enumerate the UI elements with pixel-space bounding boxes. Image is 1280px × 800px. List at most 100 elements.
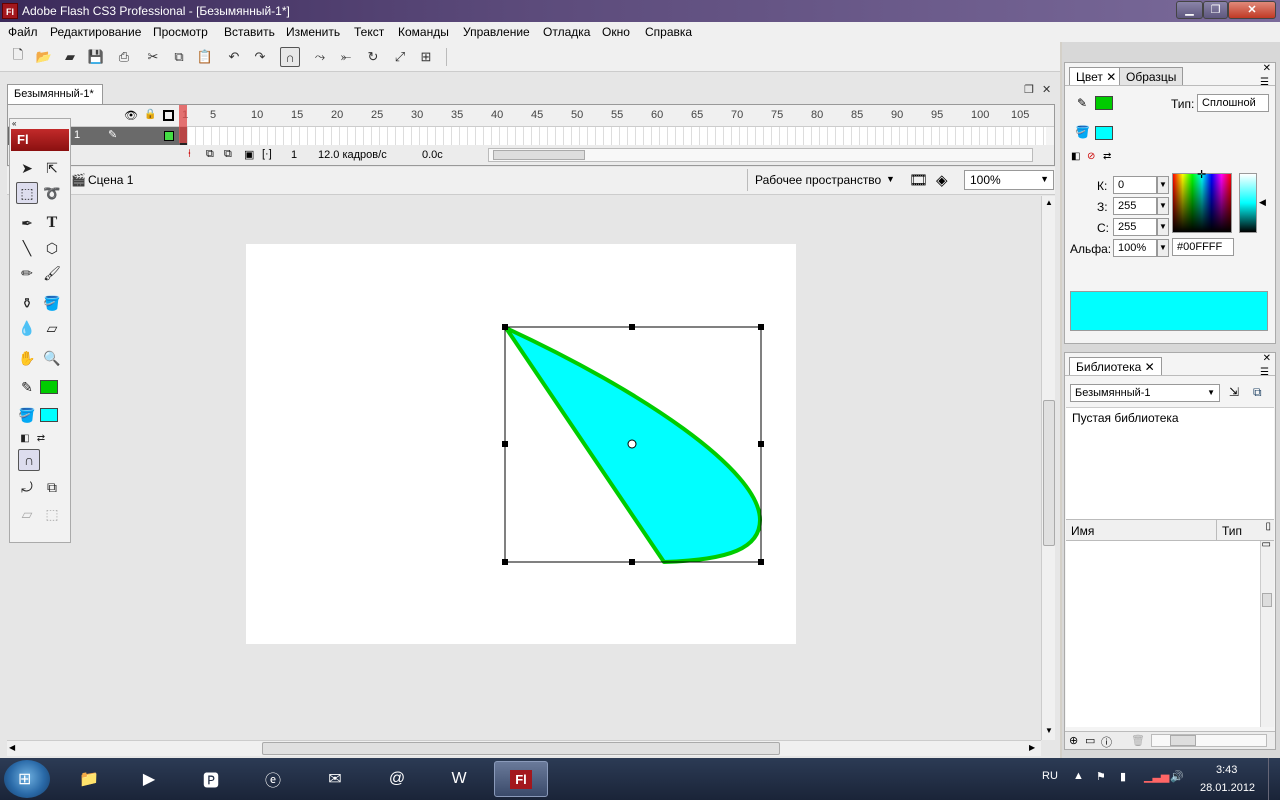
flash-taskbar-icon[interactable]: Fl — [494, 761, 548, 797]
transform-handle[interactable] — [758, 441, 764, 447]
tab-library[interactable]: Библиотека ✕ — [1069, 357, 1162, 375]
tab-color[interactable]: Цвет ✕ — [1069, 67, 1124, 85]
transform-handle[interactable] — [629, 559, 635, 565]
no-color-icon[interactable]: ⊘ — [1087, 151, 1095, 162]
color-spectrum[interactable] — [1172, 173, 1232, 233]
scale-option-icon[interactable]: ⧉ — [41, 476, 63, 498]
horizontal-scroll-thumb[interactable] — [262, 742, 780, 755]
panel-menu-icon[interactable]: ☰ — [1260, 77, 1269, 88]
panel-grip-icon[interactable]: « — [12, 119, 16, 128]
clock-time[interactable]: 3:43 — [1216, 764, 1237, 776]
pin-library-icon[interactable]: ⇲ — [1229, 385, 1239, 399]
stage-horizontal-scrollbar[interactable]: ◀ ▶ — [7, 740, 1041, 756]
panel-close-icon[interactable]: ✕ — [1263, 63, 1271, 74]
ink-bottle-tool-icon[interactable]: ⚱ — [16, 292, 38, 314]
green-spin[interactable]: ▼ — [1157, 197, 1169, 215]
vertical-scroll-thumb[interactable] — [1043, 400, 1055, 546]
rotate-skew-icon[interactable]: ⤾ — [16, 476, 38, 498]
blue-spin[interactable]: ▼ — [1157, 218, 1169, 236]
eraser-tool-icon[interactable]: ▱ — [41, 317, 63, 339]
library-hscroll[interactable] — [1151, 734, 1267, 747]
blue-field[interactable]: 255 — [1113, 218, 1157, 236]
polygon-tool-icon[interactable]: ⬡ — [41, 237, 63, 259]
internet-explorer-taskbar-icon[interactable]: ⓔ — [246, 761, 300, 797]
power-icon[interactable]: ▮ — [1120, 770, 1126, 783]
green-field[interactable]: 255 — [1113, 197, 1157, 215]
panel-stroke-swatch[interactable] — [1095, 96, 1113, 110]
show-desktop-button[interactable] — [1268, 758, 1280, 800]
scroll-left-icon[interactable]: ◀ — [9, 743, 15, 752]
library-scroll-thumb[interactable] — [1262, 593, 1272, 607]
red-spin[interactable]: ▼ — [1157, 176, 1169, 194]
explorer-taskbar-icon[interactable]: 📁 — [62, 761, 116, 797]
wide-state-icon[interactable]: ▯ — [1265, 521, 1271, 532]
free-transform-tool-icon[interactable]: ⬚ — [16, 182, 38, 204]
new-library-panel-icon[interactable]: ⧉ — [1253, 385, 1262, 400]
transform-handle[interactable] — [629, 324, 635, 330]
black-white-icon[interactable]: ◧ — [1071, 151, 1080, 162]
action-center-icon[interactable]: ⚑ — [1096, 770, 1106, 783]
stroke-color-icon[interactable]: ✎ — [16, 376, 38, 398]
library-document-select[interactable]: Безымянный-1 ▼ — [1070, 384, 1220, 402]
outlook-taskbar-icon[interactable]: ✉ — [308, 761, 362, 797]
mail-agent-taskbar-icon[interactable]: @ — [370, 761, 424, 797]
media-player-taskbar-icon[interactable]: ▶ — [122, 761, 176, 797]
transform-handle[interactable] — [502, 441, 508, 447]
paint-bucket-tool-icon[interactable]: 🪣 — [41, 292, 63, 314]
brightness-slider[interactable] — [1239, 173, 1257, 233]
network-icon[interactable]: ▁▃▅ — [1144, 770, 1169, 783]
new-symbol-icon[interactable]: ⊕ — [1069, 734, 1078, 747]
panel-menu-icon[interactable]: ☰ — [1260, 367, 1269, 378]
hand-tool-icon[interactable]: ✋ — [16, 347, 38, 369]
text-tool-icon[interactable]: T — [41, 212, 63, 234]
zoom-tool-icon[interactable]: 🔍 — [41, 347, 63, 369]
language-indicator[interactable]: RU — [1042, 770, 1058, 782]
stage-vertical-scrollbar[interactable]: ▲ ▼ — [1041, 196, 1055, 740]
library-scrollbar[interactable] — [1260, 541, 1274, 727]
panel-fill-swatch[interactable] — [1095, 126, 1113, 140]
distort-icon[interactable]: ▱ — [16, 503, 38, 525]
delete-icon[interactable]: 🗑 — [1131, 734, 1145, 747]
volume-icon[interactable]: 🔊 — [1170, 770, 1184, 783]
word-taskbar-icon[interactable]: W — [432, 761, 486, 797]
line-tool-icon[interactable]: ╲ — [16, 237, 38, 259]
pen-tool-icon[interactable]: ✒ — [16, 212, 38, 234]
envelope-icon[interactable]: ⬚ — [41, 503, 63, 525]
brush-tool-icon[interactable]: 🖌 — [41, 262, 63, 284]
hex-field[interactable]: #00FFFF — [1172, 238, 1234, 256]
brightness-pointer-icon[interactable]: ◀ — [1259, 197, 1266, 208]
stroke-color-swatch[interactable] — [40, 380, 58, 394]
transform-center-point[interactable] — [627, 439, 637, 449]
scroll-right-icon[interactable]: ▶ — [1029, 743, 1035, 752]
transform-handle[interactable] — [758, 324, 764, 330]
eyedropper-tool-icon[interactable]: 💧 — [16, 317, 38, 339]
transform-handle[interactable] — [758, 559, 764, 565]
subselection-tool-icon[interactable]: ⇱ — [41, 157, 63, 179]
column-type[interactable]: Тип — [1222, 524, 1242, 538]
selection-tool-icon[interactable]: ➤ — [16, 157, 38, 179]
column-name[interactable]: Имя — [1071, 524, 1094, 538]
narrow-state-icon[interactable]: ▭ — [1262, 539, 1271, 550]
powerpoint-taskbar-icon[interactable]: 🅿 — [184, 761, 238, 797]
properties-icon[interactable]: ⓘ — [1101, 734, 1112, 750]
library-hscroll-thumb[interactable] — [1170, 735, 1196, 746]
library-list[interactable] — [1066, 541, 1260, 727]
fill-type-select[interactable]: Сплошной — [1197, 94, 1269, 112]
panel-close-icon[interactable]: ✕ — [1263, 353, 1271, 364]
fill-color-icon[interactable]: 🪣 — [16, 404, 38, 426]
fill-color-swatch[interactable] — [40, 408, 58, 422]
red-field[interactable]: 0 — [1113, 176, 1157, 194]
scroll-up-icon[interactable]: ▲ — [1045, 198, 1053, 207]
clock-date[interactable]: 28.01.2012 — [1200, 782, 1255, 794]
swap-colors-icon[interactable]: ⇄ — [1103, 151, 1111, 162]
start-button[interactable]: ⊞ — [4, 760, 50, 798]
lasso-tool-icon[interactable]: ➰ — [41, 182, 63, 204]
pencil-tool-icon[interactable]: ✏ — [16, 262, 38, 284]
show-hidden-icons-icon[interactable]: ▲ — [1073, 770, 1084, 782]
new-folder-icon[interactable]: ▭ — [1085, 734, 1095, 747]
alpha-field[interactable]: 100% — [1113, 239, 1157, 257]
scroll-down-icon[interactable]: ▼ — [1045, 726, 1053, 735]
swap-colors-icon[interactable]: ⇄ — [30, 427, 52, 449]
snap-to-objects-icon[interactable]: ∩ — [18, 449, 40, 471]
transform-handle[interactable] — [502, 559, 508, 565]
